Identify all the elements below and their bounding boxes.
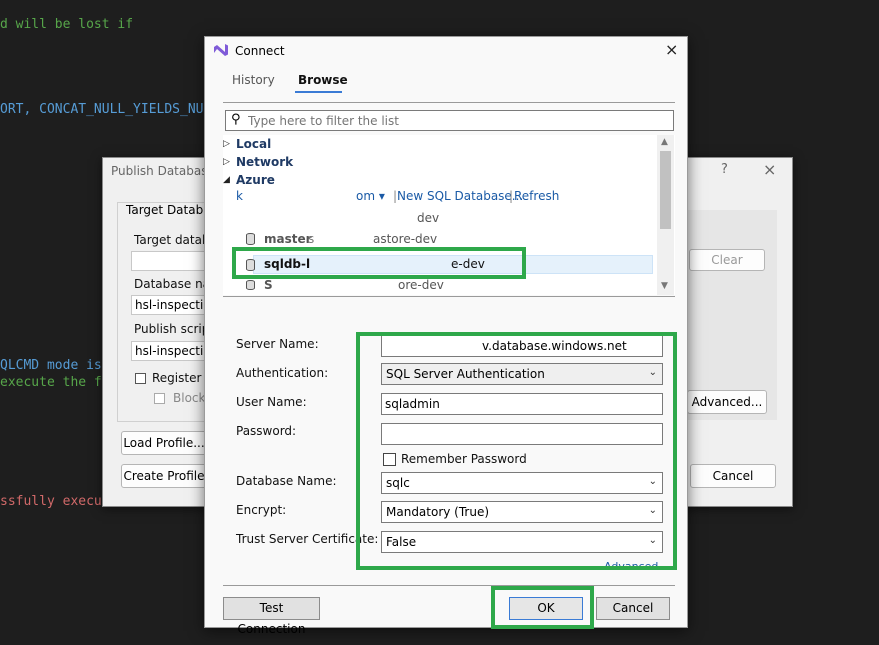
active-tab-indicator: [295, 91, 342, 93]
db-item-name[interactable]: S: [264, 278, 273, 292]
publish-script-label: Publish script: [134, 322, 215, 336]
tree-node-azure[interactable]: Azure: [236, 173, 275, 187]
block-label: Block: [173, 391, 206, 405]
highlight-ok-button: [491, 586, 594, 629]
help-button[interactable]: ?: [721, 162, 728, 177]
encrypt-label: Encrypt:: [236, 503, 287, 517]
refresh-link[interactable]: Refresh: [514, 189, 559, 203]
expand-network-icon[interactable]: ▷: [223, 157, 230, 167]
editor-line-4: execute the fo: [0, 375, 110, 390]
db-item-server: ore-dev: [398, 278, 444, 292]
connect-dialog-title: Connect: [235, 44, 285, 58]
publish-dialog-title: Publish Database: [111, 164, 215, 178]
database-name-label: Database Name:: [236, 474, 337, 488]
user-name-label: User Name:: [236, 395, 307, 409]
database-icon: [246, 233, 255, 245]
scroll-up-icon[interactable]: ▲: [661, 137, 668, 147]
filter-box[interactable]: ⚲: [225, 110, 674, 131]
account-fragment[interactable]: k: [236, 189, 243, 203]
highlight-selected-database: [232, 247, 526, 279]
divider: [223, 102, 675, 103]
cancel-button[interactable]: Cancel: [596, 597, 670, 620]
connect-close-button[interactable]: ×: [665, 40, 678, 59]
advanced-button[interactable]: Advanced...: [687, 390, 767, 414]
new-sql-database-link[interactable]: New SQL Database...: [397, 189, 523, 203]
publish-close-button[interactable]: ×: [763, 160, 776, 179]
divider: [223, 585, 675, 586]
editor-line-5: ssfully execu: [0, 494, 102, 509]
account-dropdown[interactable]: om ▾: [356, 189, 385, 203]
publish-cancel-button[interactable]: Cancel: [690, 464, 776, 488]
tree-scrollbar[interactable]: ▲ ▼: [657, 135, 674, 295]
divider: [223, 296, 675, 297]
tab-browse[interactable]: Browse: [298, 73, 348, 87]
editor-line-1: d will be lost if: [0, 17, 134, 32]
test-connection-button[interactable]: Test Connection: [223, 597, 320, 636]
scroll-down-icon[interactable]: ▼: [661, 281, 668, 291]
db-item-mid: s: [308, 232, 315, 246]
editor-line-2: ORT, CONCAT_NULL_YIELDS_NUL: [0, 102, 212, 117]
visual-studio-logo-icon: [214, 44, 228, 56]
clear-button[interactable]: Clear: [689, 249, 765, 271]
load-profile-button[interactable]: Load Profile...: [121, 431, 207, 455]
db-item-server: astore-dev: [373, 232, 438, 246]
database-icon: [246, 280, 255, 290]
register-checkbox[interactable]: [135, 373, 146, 384]
collapse-azure-icon[interactable]: ◢: [223, 175, 230, 185]
search-icon: ⚲: [231, 112, 241, 127]
block-checkbox[interactable]: [154, 393, 165, 404]
link-separator: |: [509, 189, 514, 203]
highlight-connection-fields: [356, 332, 677, 570]
tree-node-local[interactable]: Local: [236, 137, 271, 151]
tree-node-network[interactable]: Network: [236, 155, 293, 169]
expand-local-icon[interactable]: ▷: [223, 139, 230, 149]
editor-line-3: QLCMD mode is: [0, 358, 102, 373]
create-profile-button[interactable]: Create Profile: [121, 464, 207, 488]
scroll-thumb[interactable]: [660, 151, 671, 229]
right-panel: [687, 210, 777, 420]
db-item-name[interactable]: master: [264, 232, 312, 246]
server-name-label: Server Name:: [236, 337, 319, 351]
password-label: Password:: [236, 424, 297, 438]
server-group-label: dev: [417, 211, 440, 225]
filter-input[interactable]: [246, 112, 670, 130]
tab-history[interactable]: History: [232, 73, 275, 87]
authentication-label: Authentication:: [236, 366, 329, 380]
